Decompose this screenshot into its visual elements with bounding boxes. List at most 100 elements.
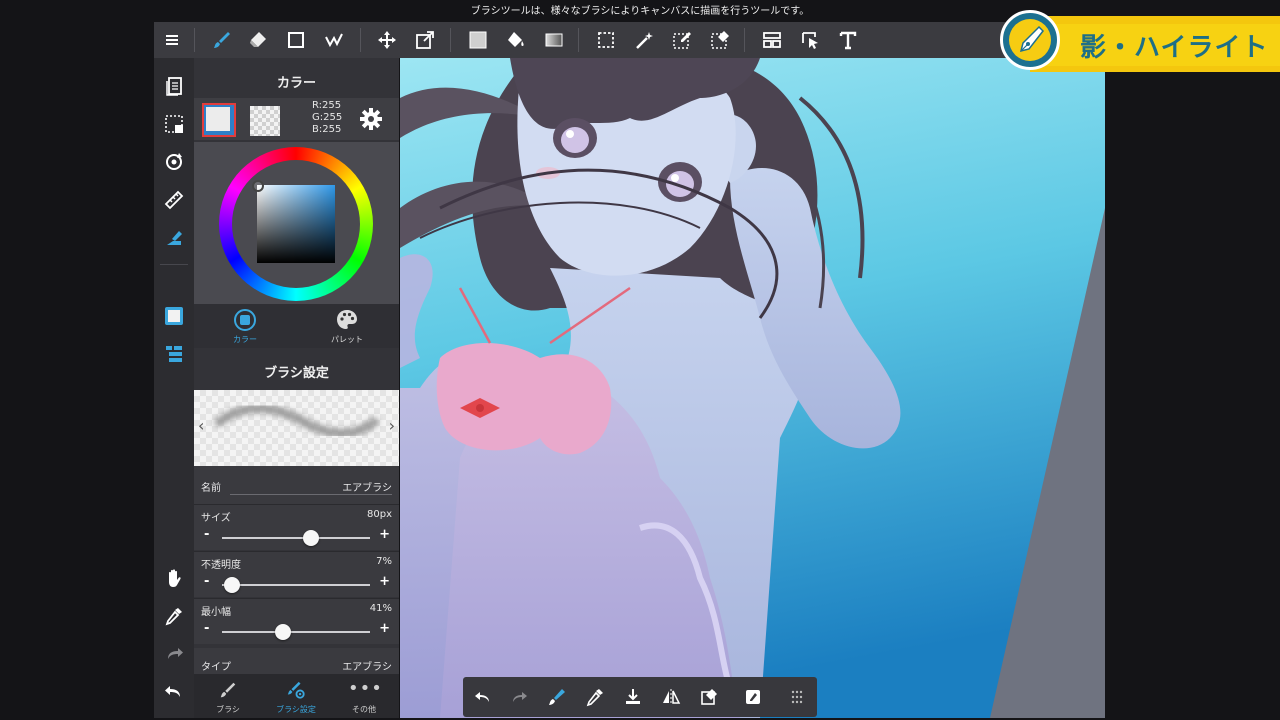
- ruler-icon[interactable]: [158, 184, 190, 216]
- toolbar-divider: [194, 28, 195, 52]
- brush-select-icon[interactable]: [541, 681, 573, 713]
- more-dots-icon: •••: [348, 678, 383, 699]
- eyedropper-icon[interactable]: [579, 681, 611, 713]
- pages-icon[interactable]: [158, 70, 190, 102]
- eraser-tool-icon[interactable]: [240, 22, 276, 58]
- badge-title: 影・ハイライト: [1080, 33, 1269, 63]
- rgb-r: R:255: [312, 100, 342, 111]
- side-panel: カラー R:255 G:255 B:255 カラー パレット ブラシ設定 ‹ ›…: [194, 58, 399, 718]
- size-label: サイズ: [201, 513, 231, 524]
- rotate-canvas-icon[interactable]: [158, 146, 190, 178]
- brush-stroke-preview: ‹ ›: [194, 390, 399, 466]
- layer-panel-toggle-icon[interactable]: [158, 338, 190, 370]
- gradient-icon[interactable]: [536, 22, 572, 58]
- column-divider: [160, 264, 188, 265]
- move-icon[interactable]: [369, 22, 405, 58]
- hue-handle[interactable]: [252, 180, 264, 192]
- brush-type-value: エアブラシ: [342, 662, 392, 673]
- redo-icon[interactable]: [503, 681, 535, 713]
- brush-name-value: エアブラシ: [342, 483, 392, 494]
- brush-type-row[interactable]: タイプ エアブラシ: [194, 648, 399, 674]
- bottom-toolbar: [463, 677, 817, 717]
- opacity-value: 7%: [376, 556, 392, 567]
- top-toolbar: [154, 22, 1104, 58]
- size-plus-button[interactable]: +: [379, 527, 390, 542]
- tab-more[interactable]: ••• その他: [330, 674, 398, 718]
- size-setting: サイズ 80px - +: [194, 504, 399, 550]
- color-swatch-row: R:255 G:255 B:255: [194, 98, 399, 140]
- magic-wand-icon[interactable]: [626, 22, 662, 58]
- tab-brush-settings-label: ブラシ設定: [276, 705, 316, 714]
- hand-tool-icon[interactable]: [158, 562, 190, 594]
- tab-brush[interactable]: ブラシ: [194, 674, 262, 718]
- select-eraser-icon[interactable]: [702, 22, 738, 58]
- tab-palette-label: パレット: [331, 335, 363, 344]
- app-window: ブラシツールは、様々なブラシによりキャンバスに描画を行うツールです。 カラー R…: [0, 0, 1280, 720]
- rgb-readout: R:255 G:255 B:255: [312, 100, 342, 136]
- saturation-value-square[interactable]: [257, 185, 335, 263]
- opacity-slider-track[interactable]: [222, 584, 370, 586]
- prev-brush-chevron-icon[interactable]: ‹: [198, 416, 204, 435]
- brush-tab-icon: [220, 682, 236, 698]
- tab-palette[interactable]: パレット: [296, 304, 398, 348]
- text-icon[interactable]: [830, 22, 866, 58]
- tab-color[interactable]: カラー: [194, 304, 296, 348]
- color-tab-icon: [234, 309, 256, 331]
- artwork-illustration: [400, 58, 1105, 718]
- opacity-setting: 不透明度 7% - +: [194, 551, 399, 597]
- toolbar-divider: [744, 28, 745, 52]
- size-slider-track[interactable]: [222, 537, 370, 539]
- brush-tool-icon[interactable]: [204, 22, 240, 58]
- min-width-slider-track[interactable]: [222, 631, 370, 633]
- select-rect-icon[interactable]: [588, 22, 624, 58]
- brush-stroke-sample: [214, 403, 379, 438]
- edit-layer-icon[interactable]: [737, 681, 769, 713]
- size-slider-knob[interactable]: [302, 530, 319, 546]
- layout-icon[interactable]: [754, 22, 790, 58]
- min-width-value: 41%: [369, 603, 392, 614]
- flip-horizontal-icon[interactable]: [655, 681, 687, 713]
- size-minus-button[interactable]: -: [204, 527, 209, 542]
- transform-icon[interactable]: [407, 22, 443, 58]
- pen-nib-icon: [1009, 19, 1051, 61]
- brush-name-row[interactable]: 名前 エアブラシ: [194, 466, 399, 504]
- opacity-plus-button[interactable]: +: [379, 574, 390, 589]
- toolbar-divider: [360, 28, 361, 52]
- color-panel-title: カラー: [276, 76, 316, 91]
- min-width-slider-knob[interactable]: [274, 624, 291, 640]
- redo-icon[interactable]: [158, 638, 190, 670]
- rgb-b: B:255: [312, 124, 342, 135]
- color-tabs: カラー パレット: [194, 304, 399, 348]
- color-wheel-area: [194, 142, 399, 304]
- menu-icon[interactable]: [154, 22, 190, 58]
- primary-color-fill: [206, 107, 230, 131]
- grid-handle-icon[interactable]: [781, 681, 813, 713]
- undo-icon[interactable]: [158, 676, 190, 708]
- toolbar-divider: [450, 28, 451, 52]
- opacity-minus-button[interactable]: -: [204, 574, 209, 589]
- bucket-icon[interactable]: [498, 22, 534, 58]
- select-pen-tool-icon[interactable]: [664, 22, 700, 58]
- save-download-icon[interactable]: [617, 681, 649, 713]
- primary-color-swatch[interactable]: [202, 103, 236, 137]
- tab-more-label: その他: [352, 705, 376, 714]
- color-settings-gear-icon[interactable]: [358, 106, 384, 132]
- selection-area-icon[interactable]: [158, 108, 190, 140]
- next-brush-chevron-icon[interactable]: ›: [389, 416, 395, 435]
- shape-tool-icon[interactable]: [278, 22, 314, 58]
- clear-layer-icon[interactable]: [693, 681, 725, 713]
- select-pen-icon[interactable]: [316, 22, 352, 58]
- min-width-minus-button[interactable]: -: [204, 621, 209, 636]
- eyedropper-icon[interactable]: [158, 600, 190, 632]
- fill-color-icon[interactable]: [460, 22, 496, 58]
- drawing-canvas[interactable]: [400, 58, 1105, 718]
- select-cursor-icon[interactable]: [792, 22, 828, 58]
- min-width-setting: 最小幅 41% - +: [194, 598, 399, 644]
- color-panel-toggle-icon[interactable]: [158, 300, 190, 332]
- tab-brush-settings[interactable]: ブラシ設定: [262, 674, 330, 718]
- undo-icon[interactable]: [467, 681, 499, 713]
- min-width-plus-button[interactable]: +: [379, 621, 390, 636]
- secondary-color-swatch[interactable]: [250, 106, 280, 136]
- opacity-slider-knob[interactable]: [224, 577, 241, 593]
- snap-brush-icon[interactable]: [158, 222, 190, 254]
